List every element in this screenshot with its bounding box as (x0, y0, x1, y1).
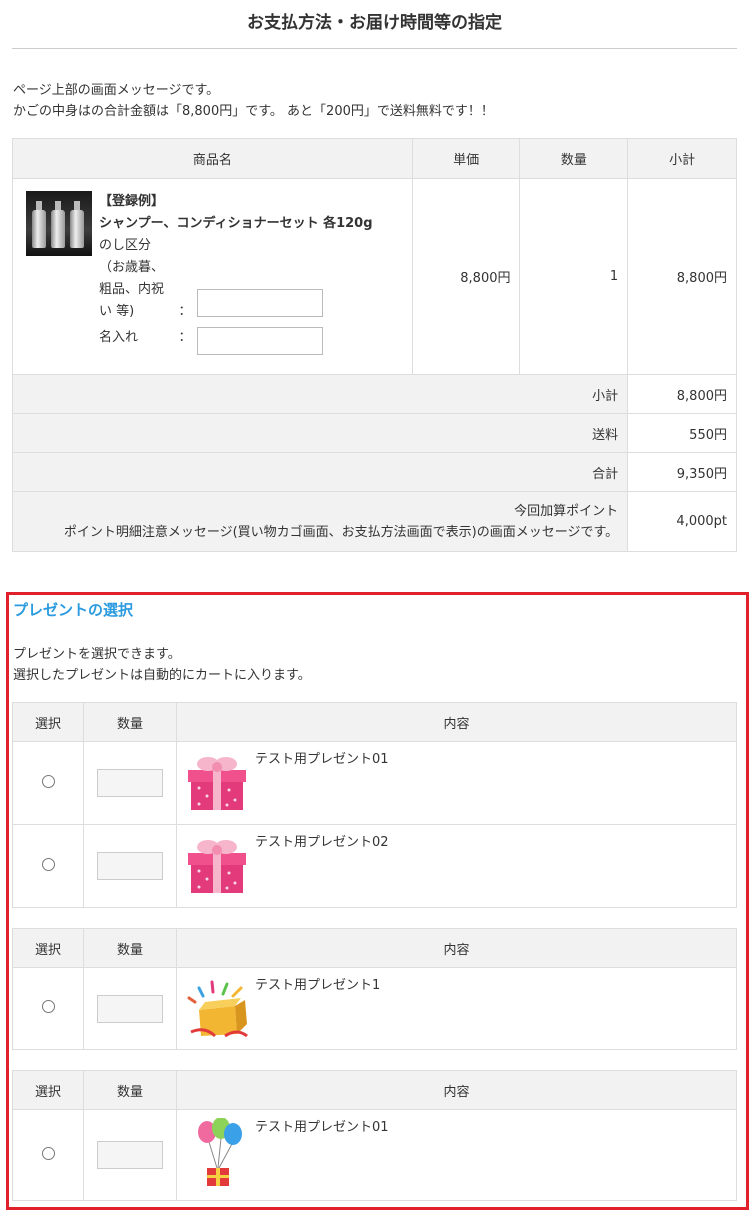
col-header-qty: 数量 (83, 702, 177, 742)
col-header-name: 商品名 (12, 138, 413, 179)
col-header-select: 選択 (12, 928, 84, 968)
noshi-colon: ： (178, 304, 192, 319)
pink-gift-box-icon (188, 757, 246, 810)
present-message-line-2: 選択したプレゼントは自動的にカートに入ります。 (13, 668, 311, 683)
present-title: プレゼントの選択 (13, 601, 134, 619)
col-header-content: 内容 (176, 1070, 737, 1110)
present-name: テスト用プレゼント01 (255, 752, 389, 767)
present-row: テスト用プレゼント1 (12, 967, 737, 1050)
page-title: お支払方法・お届け時間等の指定 (12, 0, 737, 49)
present-message: プレゼントを選択できます。 選択したプレゼントは自動的にカートに入ります。 (13, 644, 311, 686)
present-qty-input[interactable] (97, 1141, 163, 1169)
present-radio[interactable] (41, 1000, 55, 1013)
points-note: ポイント明細注意メッセージ(買い物カゴ画面、お支払方法画面で表示)の画面メッセー… (63, 524, 619, 540)
summary-points-row: 今回加算ポイント ポイント明細注意メッセージ(買い物カゴ画面、お支払方法画面で表… (11, 491, 737, 552)
naire-option: 名入れ ： (99, 327, 373, 355)
product-tag: 【登録例】 (99, 194, 165, 209)
item-qty: 1 (519, 178, 629, 375)
col-header-qty: 数量 (519, 138, 629, 179)
summary-points-label: 今回加算ポイント ポイント明細注意メッセージ(買い物カゴ画面、お支払方法画面で表… (11, 491, 629, 552)
open-gift-confetti-icon (187, 980, 248, 1038)
points-label: 今回加算ポイント (514, 503, 619, 519)
present-table-3: 選択 数量 内容 テスト用プレゼント01 (12, 1070, 737, 1201)
product-cell: 【登録例】 シャンプー、コンディショナーセット 各120g のし区分 （お歳暮、… (12, 178, 413, 375)
cart-message-line-2: かごの中身はの合計金額は「8,800円」です。 あと「200円」で送料無料です！… (13, 104, 494, 119)
summary-subtotal-row: 小計 8,800円 (11, 374, 737, 414)
col-header-content: 内容 (176, 928, 737, 968)
pink-gift-box-icon (188, 840, 246, 893)
summary-subtotal-label: 小計 (11, 374, 629, 414)
summary-shipping-value: 550円 (627, 413, 737, 453)
present-radio[interactable] (41, 857, 55, 871)
naire-colon: ： (178, 330, 192, 345)
present-message-line-1: プレゼントを選択できます。 (13, 647, 181, 662)
item-subtotal: 8,800円 (627, 178, 737, 375)
summary-shipping-label: 送料 (11, 413, 629, 453)
col-header-qty: 数量 (83, 1070, 177, 1110)
summary-total-value: 9,350円 (627, 452, 737, 492)
cart-item-row: 【登録例】 シャンプー、コンディショナーセット 各120g のし区分 （お歳暮、… (12, 178, 737, 375)
col-header-subtotal: 小計 (627, 138, 737, 179)
present-row: テスト用プレゼント01 (12, 741, 737, 825)
present-table-1: 選択 数量 内容 テスト用プレゼント01 テスト用プレゼント02 (12, 702, 737, 908)
summary-total-row: 合計 9,350円 (11, 452, 737, 492)
col-header-select: 選択 (12, 1070, 84, 1110)
product-name[interactable]: シャンプー、コンディショナーセット 各120g (99, 213, 373, 235)
noshi-label: のし区分 （お歳暮、 粗品、内祝 い 等) (99, 238, 165, 319)
cart-table: 商品名 単価 数量 小計 【登録例】 シャンプー、コンディショナーセット 各12… (11, 138, 737, 552)
col-header-qty: 数量 (83, 928, 177, 968)
shampoo-bottles-photo[interactable] (26, 191, 92, 256)
present-table-2: 選択 数量 内容 テスト用プレゼント1 (12, 928, 737, 1050)
col-header-select: 選択 (12, 702, 84, 742)
summary-total-label: 合計 (11, 452, 629, 492)
balloons-gift-icon (198, 1118, 242, 1186)
present-name: テスト用プレゼント1 (255, 978, 381, 993)
naire-label: 名入れ (99, 330, 139, 345)
item-price: 8,800円 (411, 178, 521, 375)
present-qty-input[interactable] (97, 769, 163, 797)
noshi-input[interactable] (197, 289, 323, 317)
present-name: テスト用プレゼント02 (255, 835, 389, 850)
col-header-content: 内容 (176, 702, 737, 742)
present-row: テスト用プレゼント01 (12, 1109, 737, 1201)
col-header-price: 単価 (411, 138, 521, 179)
present-radio[interactable] (41, 774, 55, 788)
present-name: テスト用プレゼント01 (255, 1120, 389, 1135)
naire-input[interactable] (197, 327, 323, 355)
cart-message: ページ上部の画面メッセージです。 かごの中身はの合計金額は「8,800円」です。… (13, 80, 494, 122)
cart-message-line-1: ページ上部の画面メッセージです。 (13, 83, 220, 98)
summary-shipping-row: 送料 550円 (11, 413, 737, 453)
present-qty-input[interactable] (97, 994, 163, 1023)
present-qty-input[interactable] (97, 852, 163, 880)
summary-subtotal-value: 8,800円 (627, 374, 737, 414)
present-row: テスト用プレゼント02 (12, 824, 737, 908)
present-radio[interactable] (41, 1146, 55, 1160)
summary-points-value: 4,000pt (627, 491, 737, 552)
noshi-option: のし区分 （お歳暮、 粗品、内祝 い 等) ： (99, 235, 373, 323)
